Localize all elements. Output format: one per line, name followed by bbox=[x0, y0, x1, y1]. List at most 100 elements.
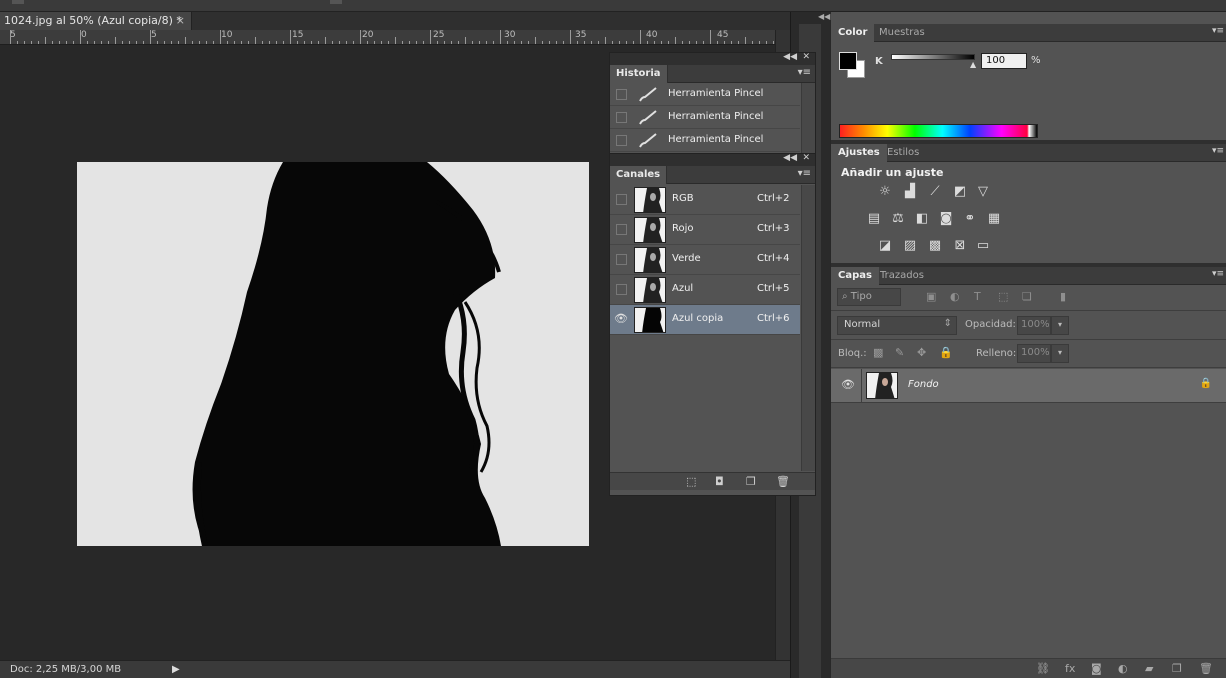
panel-titlebar[interactable]: ◀◀ ✕ bbox=[610, 52, 815, 65]
tab-muestras[interactable]: Muestras bbox=[872, 24, 932, 42]
tab-capas[interactable]: Capas bbox=[831, 267, 879, 285]
document-tab[interactable]: 1024.jpg al 50% (Azul copia/8) * × bbox=[0, 12, 192, 30]
panel-menu-icon[interactable]: ▾≡ bbox=[1212, 26, 1224, 36]
channel-row[interactable]: Verde Ctrl+4 bbox=[610, 245, 800, 275]
color-lookup-icon[interactable]: ▦ bbox=[986, 211, 1002, 227]
selective-color-icon[interactable]: ⊠ bbox=[952, 238, 968, 254]
k-slider-thumb[interactable]: ▲ bbox=[970, 60, 976, 69]
trash-icon[interactable]: 🗑 bbox=[1199, 662, 1213, 675]
trash-icon[interactable]: 🗑 bbox=[776, 475, 790, 488]
fill-input[interactable]: 100% bbox=[1017, 344, 1051, 363]
ruler-tick bbox=[234, 41, 235, 44]
ruler-label: 0 bbox=[81, 30, 87, 40]
link-icon[interactable]: ⛓ bbox=[1036, 662, 1050, 675]
color-balance-icon[interactable]: ⚖ bbox=[890, 211, 906, 227]
gradient-map-icon[interactable]: ▭ bbox=[975, 238, 991, 254]
channel-row[interactable]: RGB Ctrl+2 bbox=[610, 185, 800, 215]
tab-ajustes[interactable]: Ajustes bbox=[831, 144, 887, 162]
panel-menu-icon[interactable]: ▾≡ bbox=[798, 67, 811, 78]
panel-menu-icon[interactable]: ▾≡ bbox=[798, 168, 811, 179]
type-filter-icon[interactable]: T bbox=[974, 290, 981, 303]
panel-menu-icon[interactable]: ▾≡ bbox=[1212, 146, 1224, 156]
levels-icon[interactable]: ▟ bbox=[902, 184, 918, 200]
collapse-icon[interactable]: ◀◀ bbox=[818, 12, 830, 21]
history-checkbox[interactable] bbox=[616, 89, 627, 100]
status-menu-arrow-icon[interactable]: ▶ bbox=[172, 664, 180, 675]
threshold-icon[interactable]: ▩ bbox=[927, 238, 943, 254]
lock-transparency-icon[interactable]: ▩ bbox=[873, 346, 883, 359]
panel-titlebar[interactable]: ◀◀ ✕ bbox=[610, 153, 815, 166]
tab-trazados[interactable]: Trazados bbox=[873, 267, 931, 285]
k-slider[interactable] bbox=[891, 54, 975, 60]
lock-paint-icon[interactable]: ✎ bbox=[895, 346, 904, 359]
history-item[interactable]: Herramienta Pincel bbox=[610, 106, 800, 129]
k-value-input[interactable]: 100 bbox=[981, 53, 1027, 69]
tab-historia[interactable]: Historia bbox=[610, 65, 668, 83]
collapse-icon[interactable]: ◀◀ bbox=[783, 153, 797, 163]
history-checkbox[interactable] bbox=[616, 135, 627, 146]
new-layer-icon[interactable]: ❐ bbox=[1172, 662, 1182, 675]
tab-estilos[interactable]: Estilos bbox=[880, 144, 926, 162]
layer-row[interactable]: 👁 Fondo 🔒 bbox=[831, 369, 1226, 403]
history-checkbox[interactable] bbox=[616, 112, 627, 123]
close-icon[interactable]: ✕ bbox=[802, 153, 810, 163]
channel-mixer-icon[interactable]: ⚭ bbox=[962, 211, 978, 227]
black-white-icon[interactable]: ◧ bbox=[914, 211, 930, 227]
close-icon[interactable]: × bbox=[176, 14, 185, 27]
layer-filter-select[interactable]: ⌕ Tipo bbox=[837, 288, 901, 306]
opacity-input[interactable]: 100% bbox=[1017, 316, 1051, 335]
brightness-icon[interactable]: ☼ bbox=[877, 184, 893, 200]
ruler-tick bbox=[367, 41, 368, 44]
fx-icon[interactable]: fx bbox=[1065, 662, 1075, 675]
pixel-filter-icon[interactable]: ▣ bbox=[926, 290, 936, 303]
ruler-tick bbox=[458, 41, 459, 44]
smart-object-filter-icon[interactable]: ❏ bbox=[1022, 290, 1032, 303]
history-scrollbar[interactable] bbox=[801, 83, 815, 153]
channel-visibility-box[interactable] bbox=[616, 284, 627, 295]
photo-filter-icon[interactable]: ◙ bbox=[938, 211, 954, 227]
blend-mode-select[interactable]: Normal ⇕ bbox=[837, 316, 957, 335]
channel-row[interactable]: Azul Ctrl+5 bbox=[610, 275, 800, 305]
curves-icon[interactable]: ⟋ bbox=[927, 184, 943, 200]
panel-menu-icon[interactable]: ▾≡ bbox=[1212, 269, 1224, 279]
lock-all-icon[interactable]: 🔒 bbox=[939, 346, 953, 359]
channel-visibility-box[interactable] bbox=[616, 194, 627, 205]
mask-icon[interactable]: ◙ bbox=[1091, 662, 1102, 675]
invert-icon[interactable]: ◪ bbox=[877, 238, 893, 254]
exposure-icon[interactable]: ◩ bbox=[952, 184, 968, 200]
collapse-icon[interactable]: ◀◀ bbox=[783, 52, 797, 62]
close-icon[interactable]: ✕ bbox=[802, 52, 810, 62]
posterize-icon[interactable]: ▨ bbox=[902, 238, 918, 254]
ruler-label: 35 bbox=[575, 30, 587, 40]
hue-saturation-icon[interactable]: ▤ bbox=[866, 211, 882, 227]
folder-icon[interactable]: ▰ bbox=[1145, 662, 1153, 675]
channel-row[interactable]: Rojo Ctrl+3 bbox=[610, 215, 800, 245]
history-item[interactable]: Herramienta Pincel bbox=[610, 83, 800, 106]
tab-canales[interactable]: Canales bbox=[610, 166, 668, 184]
document-image[interactable] bbox=[77, 162, 589, 546]
chevron-down-icon[interactable]: ▾ bbox=[1051, 344, 1069, 363]
load-selection-icon[interactable]: ⬚ bbox=[686, 475, 696, 488]
channel-row-selected[interactable]: 👁 Azul copia Ctrl+6 bbox=[610, 305, 800, 335]
foreground-color-swatch[interactable] bbox=[839, 52, 857, 70]
filter-toggle-icon[interactable]: ▮ bbox=[1060, 290, 1066, 303]
ruler-tick bbox=[570, 30, 571, 44]
chevron-down-icon[interactable]: ▾ bbox=[1051, 316, 1069, 335]
eye-icon[interactable]: 👁 bbox=[841, 378, 855, 391]
channel-visibility-box[interactable] bbox=[616, 254, 627, 265]
ruler-tick bbox=[220, 30, 221, 44]
tab-color[interactable]: Color bbox=[831, 24, 875, 42]
adjustment-filter-icon[interactable]: ◐ bbox=[950, 290, 960, 303]
lock-position-icon[interactable]: ✥ bbox=[917, 346, 926, 359]
horizontal-ruler[interactable]: 5 0 5 10 15 20 25 30 35 40 45 bbox=[0, 30, 775, 45]
channel-visibility-box[interactable] bbox=[616, 224, 627, 235]
channels-scrollbar[interactable] bbox=[801, 185, 815, 471]
color-spectrum-bar[interactable] bbox=[839, 124, 1038, 138]
history-item[interactable]: Herramienta Pincel bbox=[610, 129, 800, 152]
adjustment-layer-icon[interactable]: ◐ bbox=[1118, 662, 1128, 675]
vibrance-icon[interactable]: ▽ bbox=[975, 184, 991, 200]
eye-icon[interactable]: 👁 bbox=[614, 312, 628, 325]
new-channel-icon[interactable]: ❐ bbox=[746, 475, 756, 488]
shape-filter-icon[interactable]: ⬚ bbox=[998, 290, 1008, 303]
save-selection-icon[interactable]: ◘ bbox=[715, 475, 724, 488]
